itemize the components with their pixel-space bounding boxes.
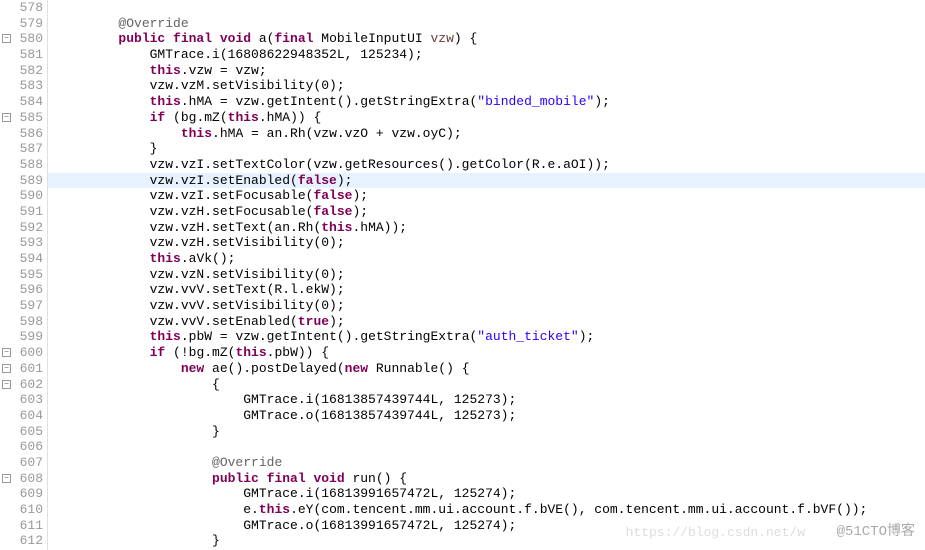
line-number: 584 (0, 94, 47, 110)
code-line[interactable]: this.aVk(); (48, 251, 925, 267)
code-line[interactable]: @Override (48, 455, 925, 471)
code-line[interactable]: } (48, 141, 925, 157)
fold-icon[interactable]: − (2, 364, 11, 373)
code-line[interactable]: this.hMA = an.Rh(vzw.vzO + vzw.oyC); (48, 126, 925, 142)
code-line[interactable]: this.hMA = vzw.getIntent().getStringExtr… (48, 94, 925, 110)
line-number: 588 (0, 157, 47, 173)
code-line[interactable]: vzw.vzI.setEnabled(false); (48, 173, 925, 189)
code-line[interactable]: if (bg.mZ(this.hMA)) { (48, 110, 925, 126)
code-line[interactable]: vzw.vzI.setTextColor(vzw.getResources().… (48, 157, 925, 173)
code-line[interactable]: vzw.vzI.setFocusable(false); (48, 188, 925, 204)
code-line[interactable] (48, 0, 925, 16)
fold-icon[interactable]: − (2, 34, 11, 43)
code-line[interactable]: GMTrace.i(16813857439744L, 125273); (48, 392, 925, 408)
line-number: 607 (0, 455, 47, 471)
line-number: 603 (0, 392, 47, 408)
code-line[interactable]: @Override (48, 16, 925, 32)
line-number: 585− (0, 110, 47, 126)
line-number: 608− (0, 471, 47, 487)
code-line[interactable]: public final void a(final MobileInputUI … (48, 31, 925, 47)
code-line[interactable]: this.pbW = vzw.getIntent().getStringExtr… (48, 329, 925, 345)
line-number: 606 (0, 439, 47, 455)
code-line[interactable]: new ae().postDelayed(new Runnable() { (48, 361, 925, 377)
line-number: 604 (0, 408, 47, 424)
line-number: 591 (0, 204, 47, 220)
line-number: 611 (0, 518, 47, 534)
code-line[interactable]: public final void run() { (48, 471, 925, 487)
code-line[interactable]: vzw.vzN.setVisibility(0); (48, 267, 925, 283)
line-number: 580− (0, 31, 47, 47)
code-line[interactable]: e.this.eY(com.tencent.mm.ui.account.f.bV… (48, 502, 925, 518)
code-line[interactable]: vzw.vzH.setFocusable(false); (48, 204, 925, 220)
fold-icon[interactable]: − (2, 348, 11, 357)
code-line[interactable]: vzw.vzM.setVisibility(0); (48, 78, 925, 94)
line-gutter: 578579580−581582583584585−58658758858959… (0, 0, 48, 550)
code-line[interactable]: vzw.vvV.setVisibility(0); (48, 298, 925, 314)
code-line[interactable]: vzw.vzH.setText(an.Rh(this.hMA)); (48, 220, 925, 236)
line-number: 579 (0, 16, 47, 32)
code-line[interactable]: vzw.vvV.setEnabled(true); (48, 314, 925, 330)
code-line[interactable]: { (48, 377, 925, 393)
line-number: 598 (0, 314, 47, 330)
code-line[interactable]: this.vzw = vzw; (48, 63, 925, 79)
line-number: 597 (0, 298, 47, 314)
line-number: 596 (0, 282, 47, 298)
code-line[interactable]: vzw.vzH.setVisibility(0); (48, 235, 925, 251)
line-number: 590 (0, 188, 47, 204)
line-number: 581 (0, 47, 47, 63)
line-number: 602− (0, 377, 47, 393)
line-number: 599 (0, 329, 47, 345)
code-line[interactable]: GMTrace.o(16813857439744L, 125273); (48, 408, 925, 424)
code-line[interactable]: } (48, 424, 925, 440)
code-area[interactable]: @Override public final void a(final Mobi… (48, 0, 925, 550)
line-number: 587 (0, 141, 47, 157)
line-number: 594 (0, 251, 47, 267)
code-line[interactable]: vzw.vvV.setText(R.l.ekW); (48, 282, 925, 298)
line-number: 586 (0, 126, 47, 142)
fold-icon[interactable]: − (2, 380, 11, 389)
line-number: 612 (0, 533, 47, 549)
line-number: 592 (0, 220, 47, 236)
line-number: 609 (0, 486, 47, 502)
line-number: 593 (0, 235, 47, 251)
code-line[interactable]: GMTrace.o(16813991657472L, 125274); (48, 518, 925, 534)
line-number: 595 (0, 267, 47, 283)
line-number: 610 (0, 502, 47, 518)
line-number: 578 (0, 0, 47, 16)
code-editor[interactable]: 578579580−581582583584585−58658758858959… (0, 0, 925, 550)
line-number: 582 (0, 63, 47, 79)
code-line[interactable]: GMTrace.i(16813991657472L, 125274); (48, 486, 925, 502)
line-number: 605 (0, 424, 47, 440)
fold-icon[interactable]: − (2, 113, 11, 122)
code-line[interactable] (48, 439, 925, 455)
code-line[interactable]: } (48, 533, 925, 549)
code-line[interactable]: if (!bg.mZ(this.pbW)) { (48, 345, 925, 361)
line-number: 583 (0, 78, 47, 94)
code-line[interactable]: GMTrace.i(16808622948352L, 125234); (48, 47, 925, 63)
line-number: 589 (0, 173, 47, 189)
line-number: 600− (0, 345, 47, 361)
line-number: 601− (0, 361, 47, 377)
fold-icon[interactable]: − (2, 474, 11, 483)
